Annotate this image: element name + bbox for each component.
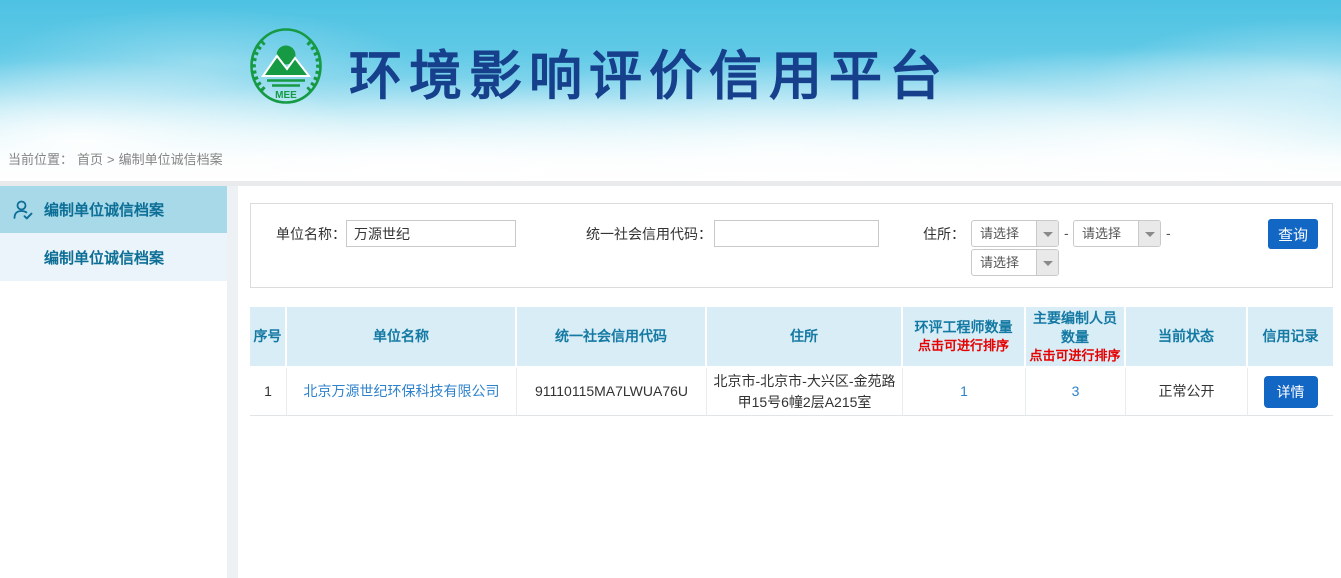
select-value: 请选择	[1074, 221, 1138, 246]
address-label: 住所：	[919, 220, 965, 248]
breadcrumb-current: 编制单位诚信档案	[119, 152, 223, 167]
unit-name-input[interactable]	[346, 220, 516, 247]
sidebar-item-credit-archive[interactable]: 编制单位诚信档案	[0, 233, 227, 281]
table-header-row: 序号 单位名称 统一社会信用代码 住所 环评工程师数量 点击可进行排序 主要编制…	[250, 307, 1333, 368]
col-header-unit-name: 单位名称	[287, 307, 517, 368]
select-separator: -	[1064, 220, 1069, 247]
sidebar-divider	[227, 186, 238, 578]
cell-index: 1	[250, 368, 287, 416]
col-header-status: 当前状态	[1126, 307, 1248, 368]
credit-code-label: 统一社会信用代码：	[586, 220, 712, 248]
cell-address: 北京市-北京市-大兴区-金苑路甲15号6幢2层A215室	[707, 368, 903, 416]
col-header-address: 住所	[707, 307, 903, 368]
chevron-down-icon	[1036, 250, 1058, 275]
col-header-index: 序号	[250, 307, 287, 368]
col-header-staff-count-sort[interactable]: 主要编制人员数量 点击可进行排序	[1026, 307, 1126, 368]
col-header-label: 主要编制人员数量	[1033, 310, 1117, 345]
col-header-label: 环评工程师数量	[915, 319, 1013, 335]
address-district-select[interactable]: 请选择	[971, 249, 1059, 276]
sort-hint: 点击可进行排序	[905, 337, 1022, 355]
breadcrumb: 当前位置： 首页 > 编制单位诚信档案	[8, 149, 227, 168]
site-title: 环境影响评价信用平台	[349, 34, 949, 110]
unit-name-link[interactable]: 北京万源世纪环保科技有限公司	[304, 383, 500, 399]
sort-hint: 点击可进行排序	[1028, 347, 1122, 365]
svg-text:MEE: MEE	[275, 90, 297, 101]
detail-button[interactable]: 详情	[1264, 376, 1318, 408]
sidebar-item-label: 编制单位诚信档案	[44, 247, 164, 268]
col-header-credit-record: 信用记录	[1248, 307, 1333, 368]
user-check-icon	[11, 198, 35, 222]
query-button[interactable]: 查询	[1268, 219, 1318, 249]
select-value: 请选择	[972, 250, 1036, 275]
unit-name-label: 单位名称：	[276, 220, 346, 248]
breadcrumb-separator: >	[107, 152, 115, 167]
breadcrumb-prefix: 当前位置：	[8, 152, 73, 167]
breadcrumb-home-link[interactable]: 首页	[77, 152, 103, 167]
address-city-select[interactable]: 请选择	[1073, 220, 1161, 247]
chevron-down-icon	[1138, 221, 1160, 246]
engineer-count-link[interactable]: 1	[960, 383, 968, 399]
search-panel: 单位名称： 统一社会信用代码： 住所： 请选择 - 请选择 - 请选择 查询	[250, 203, 1333, 288]
results-table: 序号 单位名称 统一社会信用代码 住所 环评工程师数量 点击可进行排序 主要编制…	[250, 307, 1333, 416]
credit-code-input[interactable]	[714, 220, 879, 247]
sidebar-item-credit-archive-group[interactable]: 编制单位诚信档案	[0, 186, 227, 233]
cell-credit-code: 91110115MA7LWUA76U	[517, 368, 707, 416]
select-separator: -	[1166, 220, 1171, 247]
address-province-select[interactable]: 请选择	[971, 220, 1059, 247]
cell-status: 正常公开	[1126, 368, 1248, 416]
col-header-credit-code: 统一社会信用代码	[517, 307, 707, 368]
col-header-engineer-count-sort[interactable]: 环评工程师数量 点击可进行排序	[903, 307, 1026, 368]
table-row: 1 北京万源世纪环保科技有限公司 91110115MA7LWUA76U 北京市-…	[250, 368, 1333, 416]
select-value: 请选择	[972, 221, 1036, 246]
sidebar-item-label: 编制单位诚信档案	[44, 199, 164, 220]
mee-logo-icon: MEE	[249, 27, 323, 105]
staff-count-link[interactable]: 3	[1072, 383, 1080, 399]
chevron-down-icon	[1036, 221, 1058, 246]
